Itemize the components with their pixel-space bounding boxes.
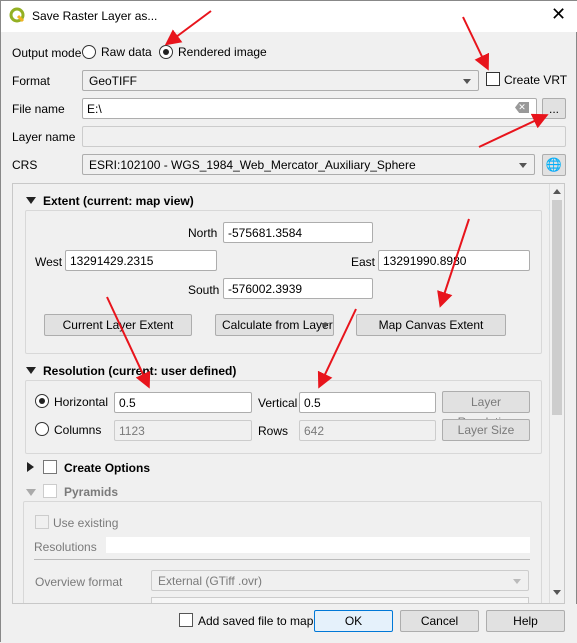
arrow-icon — [462, 16, 490, 71]
annotation-arrows — [106, 10, 549, 389]
arrow-icon — [478, 113, 549, 148]
arrow-icon — [106, 296, 151, 389]
arrow-icon — [317, 308, 357, 389]
arrow-icon — [164, 10, 212, 46]
arrow-icon — [437, 218, 470, 308]
